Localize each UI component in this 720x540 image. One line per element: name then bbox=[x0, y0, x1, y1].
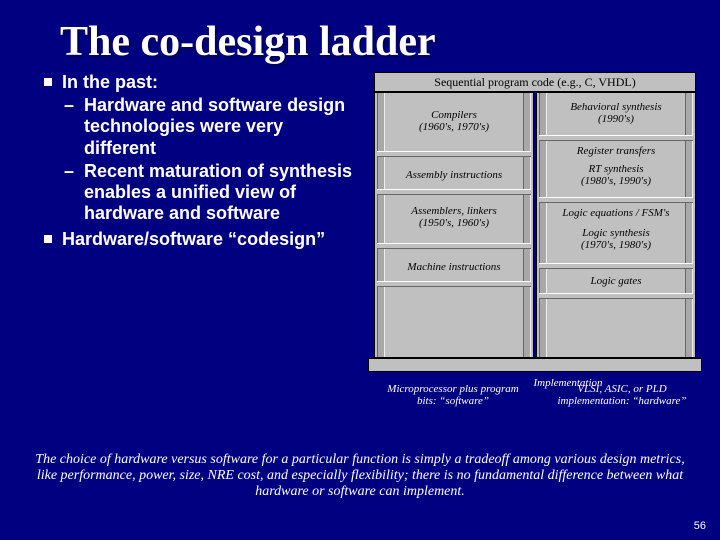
ladder-step bbox=[539, 135, 693, 141]
slide-footnote: The choice of hardware versus software f… bbox=[30, 452, 690, 500]
sub-bullet: Recent maturation of synthesis enables a… bbox=[62, 161, 360, 225]
ladder-rail bbox=[377, 93, 385, 357]
ladder-rung: RT synthesis(1980's, 1990's) bbox=[547, 161, 685, 189]
diagram-base-bar bbox=[368, 358, 702, 372]
ladder-step bbox=[377, 151, 531, 157]
ladder-rung: Register transfers bbox=[547, 143, 685, 159]
ladder-rail bbox=[685, 93, 693, 357]
content-row: In the past: Hardware and software desig… bbox=[0, 72, 720, 372]
bullet-item: In the past: Hardware and software desig… bbox=[40, 72, 360, 225]
ladder-step bbox=[377, 189, 531, 195]
ladder-rung: Assemblers, linkers(1950's, 1960's) bbox=[385, 203, 523, 231]
sub-bullet: Hardware and software design technologie… bbox=[62, 95, 360, 159]
ladder-rail bbox=[539, 93, 547, 357]
ladder-step bbox=[377, 243, 531, 249]
ladder-step bbox=[377, 281, 531, 287]
ladder-step bbox=[539, 293, 693, 299]
software-ladder: Compilers(1960's, 1970's) Assembly instr… bbox=[374, 92, 534, 358]
impl-software-label: Microprocessor plus program bits: “softw… bbox=[378, 383, 528, 408]
hardware-ladder: Behavioral synthesis(1990's) Register tr… bbox=[536, 92, 696, 358]
bullet-text: Hardware/software “codesign” bbox=[62, 229, 325, 249]
ladder-rung: Machine instructions bbox=[385, 259, 523, 275]
ladder-diagram: Sequential program code (e.g., C, VHDL) … bbox=[368, 72, 702, 372]
slide-title: The co-design ladder bbox=[0, 0, 720, 72]
bullet-text: In the past: bbox=[62, 72, 158, 92]
page-number: 56 bbox=[694, 520, 706, 532]
ladder-rung: Compilers(1960's, 1970's) bbox=[385, 107, 523, 135]
ladder-step bbox=[539, 263, 693, 269]
ladder-rail bbox=[523, 93, 531, 357]
ladder-rung: Assembly instructions bbox=[385, 167, 523, 183]
ladder-rung: Behavioral synthesis(1990's) bbox=[547, 99, 685, 127]
bullet-column: In the past: Hardware and software desig… bbox=[40, 72, 360, 372]
ladder-rung: Logic equations / FSM's bbox=[547, 205, 685, 221]
ladder-step bbox=[539, 197, 693, 203]
ladder-rung: Logic synthesis(1970's, 1980's) bbox=[547, 225, 685, 253]
impl-hardware-label: VLSI, ASIC, or PLD implementation: “hard… bbox=[542, 383, 702, 408]
diagram-top-bar: Sequential program code (e.g., C, VHDL) bbox=[374, 72, 696, 92]
ladder-rung: Logic gates bbox=[547, 273, 685, 289]
bullet-item: Hardware/software “codesign” bbox=[40, 229, 360, 250]
